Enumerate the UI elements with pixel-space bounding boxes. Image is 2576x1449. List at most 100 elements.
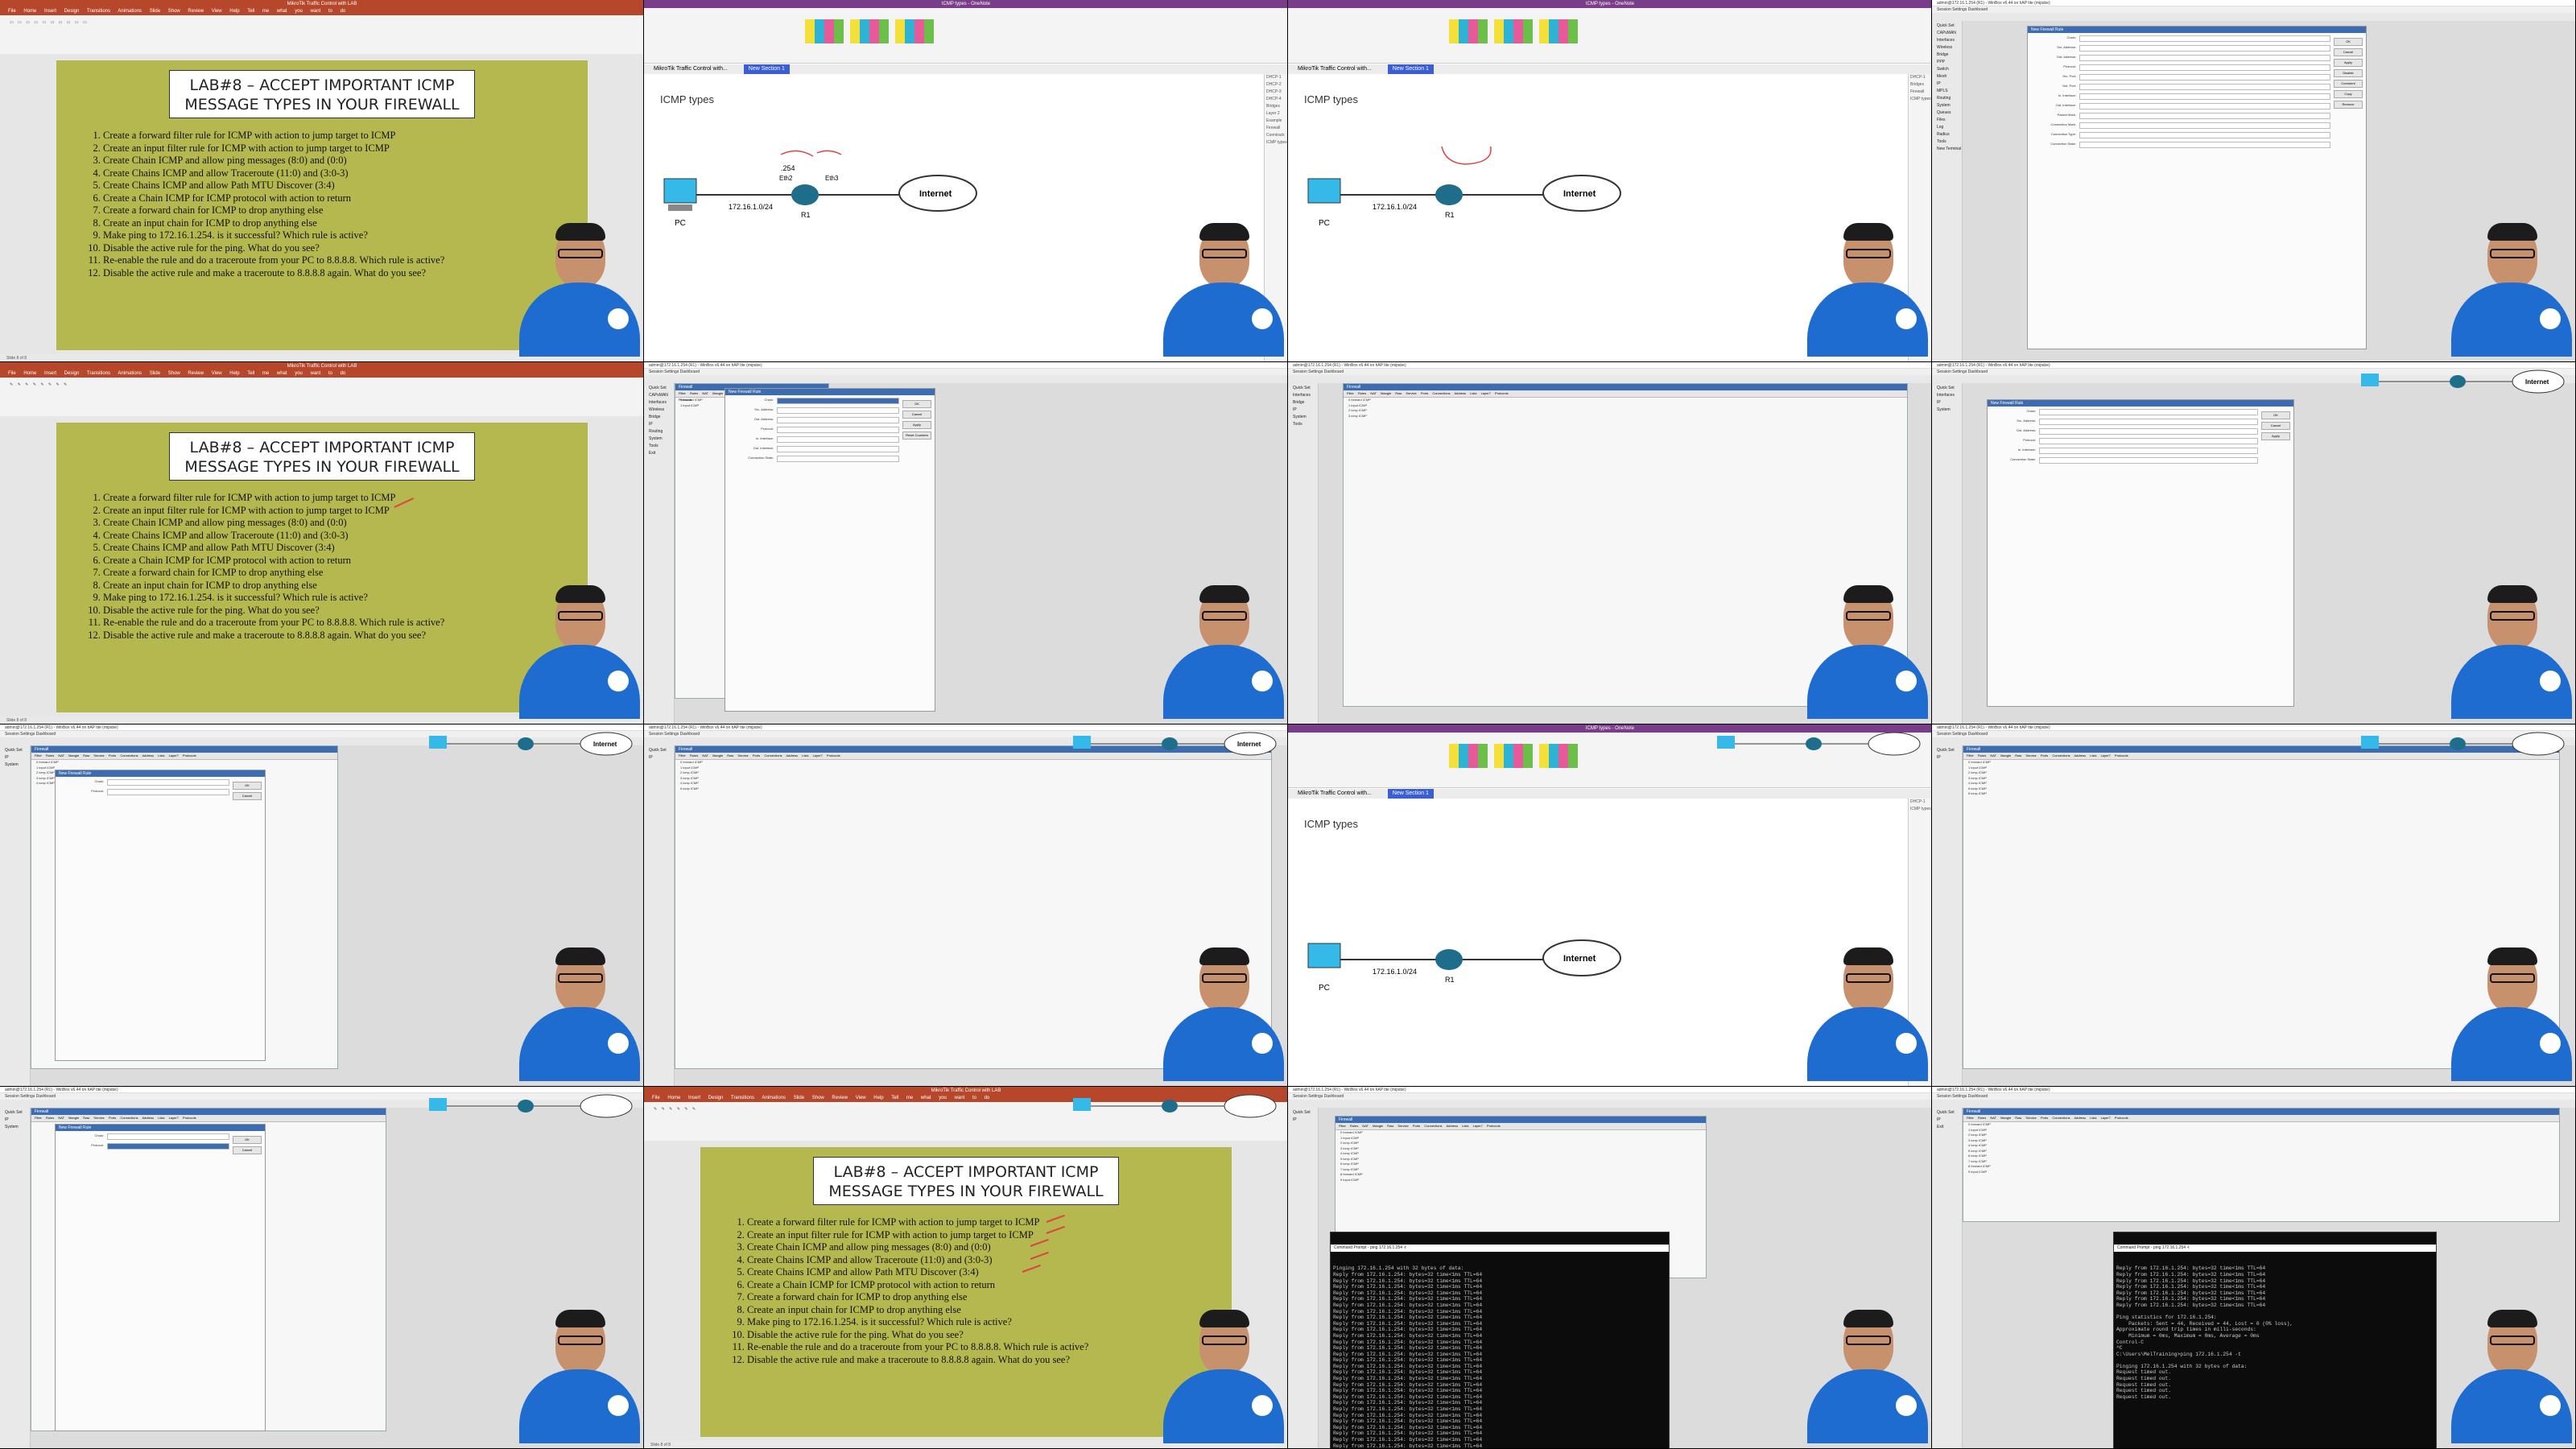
sidebar-item[interactable]: IP	[1937, 754, 1962, 762]
ribbon-buttons[interactable]: ✎ ✎ ✎ ✎ ✎ ✎	[654, 1107, 697, 1112]
table-row[interactable]: 5 icmp ICMP	[680, 786, 1271, 792]
ribbon-buttons[interactable]: ▭ ▭ ▭ ▭ ▭ ▭ ▭ ▭ ▭ ▭	[10, 20, 89, 25]
winbox-menu[interactable]: Session Settings Dashboard	[1288, 369, 1931, 375]
ok-button[interactable]: OK	[233, 1136, 262, 1144]
table-row[interactable]: 9 input ICMP	[1968, 1170, 2559, 1175]
ok-button[interactable]: OK	[2334, 38, 2363, 46]
sidebar-item[interactable]: IP	[649, 421, 674, 428]
field-src[interactable]: Src. Address:	[2028, 43, 2366, 52]
pen-palette[interactable]	[805, 19, 934, 43]
sidebar-item[interactable]: System	[1937, 102, 1962, 109]
rule-list[interactable]: 0 forward ICMP 1 input ICMP 2 icmp ICMP 3 i…	[1344, 398, 1907, 419]
page-item[interactable]: DHCP-1	[1910, 74, 1931, 81]
sidebar-item[interactable]: Queues	[1937, 109, 1962, 117]
page-item[interactable]: ICMP types	[1266, 139, 1287, 147]
field-conn-state[interactable]: Connection State:	[1988, 455, 2293, 464]
ppt-ribbon[interactable]: ▭ ▭ ▭ ▭ ▭ ▭ ▭ ▭ ▭ ▭	[0, 15, 643, 55]
page-item[interactable]: Conntrack	[1266, 132, 1287, 139]
sidebar-item[interactable]: Radius	[1937, 131, 1962, 138]
sidebar-item[interactable]: Tools	[1937, 138, 1962, 146]
sidebar-item[interactable]: IP	[649, 754, 674, 762]
copy-button[interactable]: Copy	[2334, 90, 2363, 98]
rule-buttons[interactable]: OK Cancel Apply Reset Counters	[902, 400, 931, 442]
field-out-iface[interactable]: Out. Interface:	[2028, 101, 2366, 110]
cancel-button[interactable]: Cancel	[233, 1146, 262, 1154]
winbox-menu[interactable]: Session Settings Dashboard	[644, 369, 1287, 375]
sidebar-item[interactable]: PPP	[1937, 59, 1962, 66]
page-item[interactable]: Bridges	[1910, 81, 1931, 89]
field-packet-mark[interactable]: Packet Mark:	[2028, 110, 2366, 120]
apply-button[interactable]: Apply	[902, 421, 931, 429]
firewall-tabs[interactable]: Filter Rules NAT Mangle Raw Service Port…	[31, 1115, 386, 1122]
ribbon-buttons[interactable]: ✎ ✎ ✎ ✎ ✎ ✎ ✎ ✎	[10, 382, 68, 387]
sidebar-item[interactable]: Quick Set	[649, 385, 674, 392]
notebook-bar[interactable]: MikroTik Traffic Control with... New Sect…	[1288, 789, 1931, 799]
notebook-name[interactable]: MikroTik Traffic Control with...	[654, 66, 728, 72]
sidebar-item[interactable]: CAPsMAN	[649, 392, 674, 399]
command-prompt[interactable]: Command Prompt - ping 172.16.1.254 -t Re…	[2113, 1232, 2437, 1448]
sidebar-item[interactable]: Log	[1937, 124, 1962, 131]
field-in-iface[interactable]: In. Interface:	[2028, 91, 2366, 101]
sidebar-item[interactable]: Quick Set	[649, 747, 674, 754]
field-conn-state[interactable]: Connection State:	[2028, 139, 2366, 149]
sidebar-item[interactable]: Mesh	[1937, 73, 1962, 80]
ppt-menu[interactable]: File Home Insert Design Transitions Anim…	[0, 370, 643, 378]
remove-button[interactable]: Remove	[2334, 101, 2363, 109]
new-rule-window[interactable]: New Firewall Rule Chain: Src. Address: D…	[2027, 26, 2367, 349]
winbox-sidebar[interactable]: Quick Set IP	[1932, 745, 1963, 1086]
sidebar-item[interactable]: System	[5, 762, 30, 769]
table-row[interactable]: 3 icmp ICMP	[1348, 414, 1907, 419]
apply-button[interactable]: Apply	[2334, 59, 2363, 67]
field-protocol[interactable]: Protocol:	[2028, 62, 2366, 72]
field-conn-mark[interactable]: Connection Mark:	[2028, 120, 2366, 130]
new-rule-window[interactable]: New Firewall Rule Chain: Src. Address: D…	[724, 388, 935, 712]
ok-button[interactable]: OK	[233, 782, 262, 790]
sidebar-item[interactable]: Routing	[649, 428, 674, 436]
sidebar-item[interactable]: Quick Set	[1937, 747, 1962, 754]
field-chain[interactable]: Chain:	[1988, 407, 2293, 416]
ok-button[interactable]: OK	[2261, 411, 2290, 419]
winbox-sidebar[interactable]: Quick Set CAPsMAN Interfaces Wireless Bridge…	[644, 383, 675, 724]
winbox-sidebar[interactable]: Quick Set Interfaces IP System	[1932, 383, 1963, 724]
sidebar-item[interactable]: System	[5, 1124, 30, 1131]
rule-buttons[interactable]: OK Cancel	[233, 782, 262, 803]
ppt-menu[interactable]: File Home Insert Design Transitions Anim…	[0, 8, 643, 15]
new-rule-window[interactable]: New Firewall Rule Chain: Protocol: OK Cancel	[55, 770, 266, 1061]
sidebar-item[interactable]: Wireless	[1937, 44, 1962, 52]
sidebar-item[interactable]: IP	[1293, 1117, 1318, 1124]
winbox-sidebar[interactable]: Quick Set Interfaces Bridge IP System Tools	[1288, 383, 1319, 724]
sidebar-item[interactable]: Interfaces	[1937, 392, 1962, 399]
page-item[interactable]: Firewall	[1910, 89, 1931, 96]
firewall-window[interactable]: Firewall Filter Rules NAT Mangle Raw Serv…	[1963, 1108, 2560, 1222]
cancel-button[interactable]: Cancel	[2334, 48, 2363, 56]
notebook-bar[interactable]: MikroTik Traffic Control with... New Sect…	[644, 64, 1287, 74]
sidebar-item[interactable]: Wireless	[649, 407, 674, 414]
sidebar-item[interactable]: CAPsMAN	[1937, 30, 1962, 37]
sidebar-item[interactable]: Bridge	[649, 414, 674, 421]
page-item[interactable]: DHCP-1	[1266, 74, 1287, 81]
page-item[interactable]: Example	[1266, 118, 1287, 125]
reset-counters-button[interactable]: Reset Counters	[902, 431, 931, 440]
section-tab[interactable]: New Section 1	[743, 64, 790, 74]
page-item[interactable]: Firewall	[1266, 125, 1287, 132]
pen-palette[interactable]	[1449, 744, 1578, 768]
firewall-tabs[interactable]: Filter Rules NAT Mangle Raw Service Port…	[1335, 1123, 1706, 1130]
winbox-menu[interactable]: Session Settings Dashboard	[1288, 1093, 1931, 1100]
sidebar-item[interactable]: Switch	[1937, 66, 1962, 73]
sidebar-item[interactable]: Interfaces	[1293, 392, 1318, 399]
cancel-button[interactable]: Cancel	[902, 411, 931, 419]
pen-palette[interactable]	[1449, 19, 1578, 43]
rule-list[interactable]: 0 forward ICMP 1 input ICMP 2 icmp ICMP 3 i…	[1335, 1130, 1706, 1183]
sidebar-item[interactable]: Routing	[1937, 95, 1962, 102]
sidebar-item[interactable]: IP	[1937, 399, 1962, 407]
winbox-sidebar[interactable]: Quick Set IP	[1288, 1108, 1319, 1448]
sidebar-item[interactable]: New Terminal	[1937, 146, 1962, 153]
apply-button[interactable]: Apply	[2261, 432, 2290, 440]
page-item[interactable]: ICMP types	[1910, 96, 1931, 103]
sidebar-item[interactable]: Files	[1937, 117, 1962, 124]
sidebar-item[interactable]: Quick Set	[1937, 385, 1962, 392]
winbox-menu[interactable]: Session Settings Dashboard	[1932, 1093, 2575, 1100]
rule-buttons[interactable]: OK Cancel Apply Disable Comment Copy Remove	[2334, 38, 2363, 111]
sidebar-item[interactable]: Bridge	[1937, 52, 1962, 59]
sidebar-item[interactable]: IP	[1937, 80, 1962, 88]
